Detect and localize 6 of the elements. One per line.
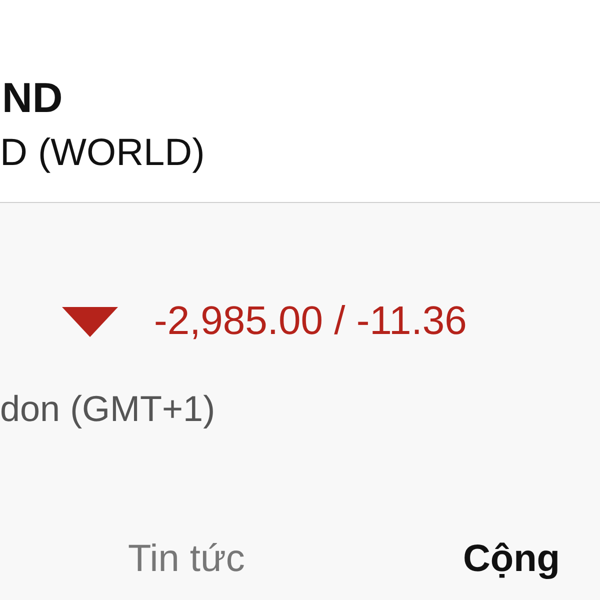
instrument-subtitle: D (WORLD) — [0, 131, 206, 176]
timezone-label: don (GMT+1) — [0, 388, 216, 430]
instrument-title: ND — [2, 73, 64, 123]
tab[interactable]: Tin tức — [128, 538, 245, 581]
tab[interactable]: Cộng — [462, 538, 560, 581]
price-change: -2,985.00 / -11.36 — [154, 299, 467, 344]
